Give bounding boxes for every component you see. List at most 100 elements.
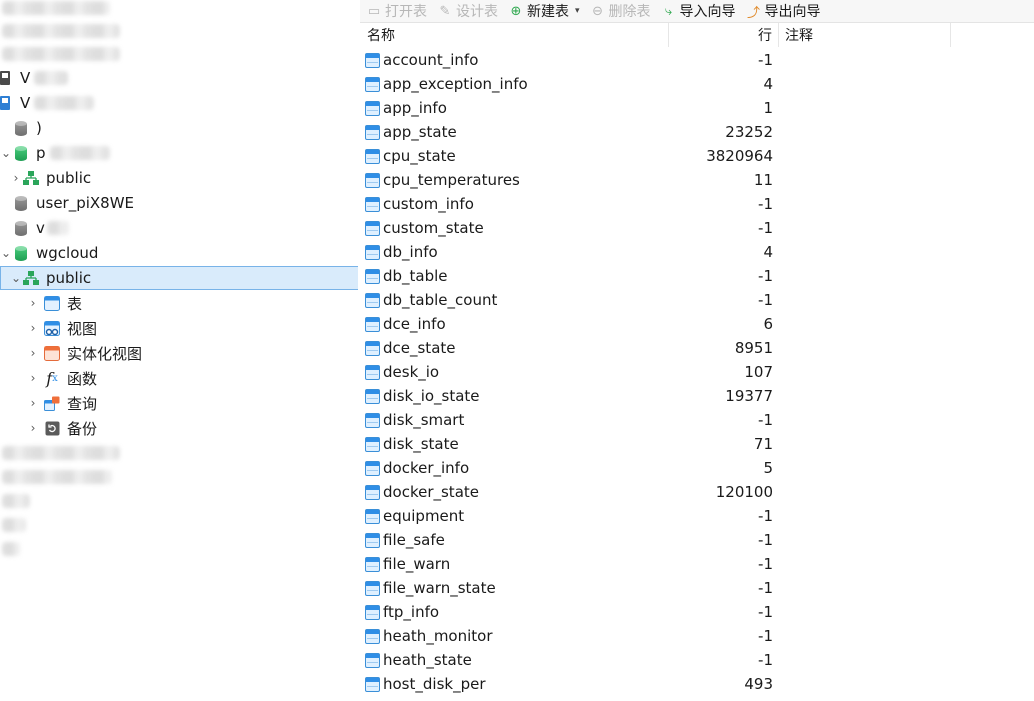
table-name-cell[interactable]: disk_smart [360,408,669,432]
table-name-cell[interactable]: dce_info [360,312,669,336]
row-count: -1 [758,195,773,213]
table-name-cell[interactable]: db_table_count [360,288,669,312]
table-name-cell[interactable]: disk_state [360,432,669,456]
table-name-cell[interactable]: file_warn_state [360,576,669,600]
redacted-connection[interactable] [2,542,20,556]
table-row[interactable]: file_warn -1 [360,552,1034,576]
column-header-rows[interactable]: 行 [669,23,779,47]
tree-database[interactable]: user_piX8WE [0,191,357,215]
chevron-right-icon[interactable]: › [27,346,39,360]
dropdown-arrow-icon[interactable]: ▾ [575,6,580,16]
chevron-down-icon[interactable]: ⌄ [0,146,12,160]
tree-queries[interactable]: › 查询 [0,391,358,415]
table-name-cell[interactable]: db_info [360,240,669,264]
table-row[interactable]: custom_state -1 [360,216,1034,240]
table-row[interactable]: heath_state -1 [360,648,1034,672]
table-row[interactable]: ftp_info -1 [360,600,1034,624]
tree-schema-selected[interactable]: ⌄ public [0,266,358,290]
table-icon [43,294,61,312]
export-wizard-button[interactable]: ⤴ 导出向导 [746,1,821,21]
table-name-cell[interactable]: dce_state [360,336,669,360]
table-name-cell[interactable]: file_warn [360,552,669,576]
table-name-cell[interactable]: db_table [360,264,669,288]
table-name-cell[interactable]: ftp_info [360,600,669,624]
table-row[interactable]: docker_state 120100 [360,480,1034,504]
table-row[interactable]: app_exception_info 4 [360,72,1034,96]
table-row[interactable]: custom_info -1 [360,192,1034,216]
redacted-connection[interactable] [2,446,120,460]
table-row[interactable]: file_warn_state -1 [360,576,1034,600]
chevron-right-icon[interactable]: › [27,396,39,410]
chevron-right-icon[interactable]: › [27,321,39,335]
table-row[interactable]: dce_info 6 [360,312,1034,336]
tree-tables[interactable]: › 表 [0,291,358,315]
table-row[interactable]: disk_smart -1 [360,408,1034,432]
tree-database[interactable]: ) [0,116,357,140]
chevron-right-icon[interactable]: › [10,171,22,185]
table-row[interactable]: desk_io 107 [360,360,1034,384]
tree-database[interactable]: v [0,216,357,240]
table-name-cell[interactable]: host_disk_per [360,672,669,696]
tree-database[interactable]: ⌄ p [0,141,357,165]
redacted-connection[interactable] [2,47,120,61]
table-row[interactable]: cpu_temperatures 11 [360,168,1034,192]
redacted-connection[interactable] [2,1,110,15]
table-row[interactable]: db_table -1 [360,264,1034,288]
table-name-cell[interactable]: docker_state [360,480,669,504]
table-name-cell[interactable]: docker_info [360,456,669,480]
import-wizard-button[interactable]: ⤷ 导入向导 [661,1,736,21]
table-name-cell[interactable]: app_exception_info [360,72,669,96]
table-name-cell[interactable]: heath_monitor [360,624,669,648]
table-row[interactable]: db_table_count -1 [360,288,1034,312]
table-name-cell[interactable]: app_state [360,120,669,144]
tree-materialized-views[interactable]: › 实体化视图 [0,341,358,365]
tree-views[interactable]: › 视图 [0,316,358,340]
table-row[interactable]: docker_info 5 [360,456,1034,480]
chevron-right-icon[interactable]: › [27,371,39,385]
table-name-cell[interactable]: cpu_state [360,144,669,168]
table-row[interactable]: account_info -1 [360,48,1034,72]
tree-connection[interactable]: V [0,66,357,90]
table-name-cell[interactable]: heath_state [360,648,669,672]
open-table-button[interactable]: ▭ 打开表 [366,1,427,21]
redacted-connection[interactable] [2,518,26,532]
row-count: -1 [758,507,773,525]
table-row[interactable]: disk_state 71 [360,432,1034,456]
chevron-right-icon[interactable]: › [27,421,39,435]
tree-database[interactable]: ⌄ wgcloud [0,241,357,265]
table-name-cell[interactable]: custom_state [360,216,669,240]
redacted-connection[interactable] [2,494,30,508]
chevron-down-icon[interactable]: ⌄ [0,246,12,260]
table-row[interactable]: dce_state 8951 [360,336,1034,360]
table-row[interactable]: heath_monitor -1 [360,624,1034,648]
table-row[interactable]: equipment -1 [360,504,1034,528]
chevron-right-icon[interactable]: › [27,296,39,310]
table-name-cell[interactable]: file_safe [360,528,669,552]
tree-functions[interactable]: › fx 函数 [0,366,358,390]
table-name-cell[interactable]: equipment [360,504,669,528]
table-row[interactable]: file_safe -1 [360,528,1034,552]
table-name-cell[interactable]: desk_io [360,360,669,384]
tree-schema[interactable]: › public [0,166,358,190]
table-row[interactable]: disk_io_state 19377 [360,384,1034,408]
tree-connection[interactable]: V [0,91,357,115]
table-row[interactable]: db_info 4 [360,240,1034,264]
table-row[interactable]: app_info 1 [360,96,1034,120]
delete-table-button[interactable]: ⊖ 删除表 [590,1,650,21]
column-header-comment[interactable]: 注释 [779,23,951,47]
table-name-cell[interactable]: app_info [360,96,669,120]
new-table-button[interactable]: ⊕ 新建表 ▾ [508,1,580,21]
chevron-down-icon[interactable]: ⌄ [10,271,22,285]
design-table-button[interactable]: ✎ 设计表 [437,1,498,21]
table-name-cell[interactable]: custom_info [360,192,669,216]
table-name-cell[interactable]: cpu_temperatures [360,168,669,192]
redacted-connection[interactable] [2,24,120,38]
table-name-cell[interactable]: disk_io_state [360,384,669,408]
table-row[interactable]: host_disk_per 493 [360,672,1034,696]
column-header-name[interactable]: 名称 [360,23,669,47]
table-name-cell[interactable]: account_info [360,48,669,72]
tree-backups[interactable]: › 备份 [0,416,358,440]
redacted-connection[interactable] [2,470,112,484]
table-row[interactable]: app_state 23252 [360,120,1034,144]
table-row[interactable]: cpu_state 3820964 [360,144,1034,168]
